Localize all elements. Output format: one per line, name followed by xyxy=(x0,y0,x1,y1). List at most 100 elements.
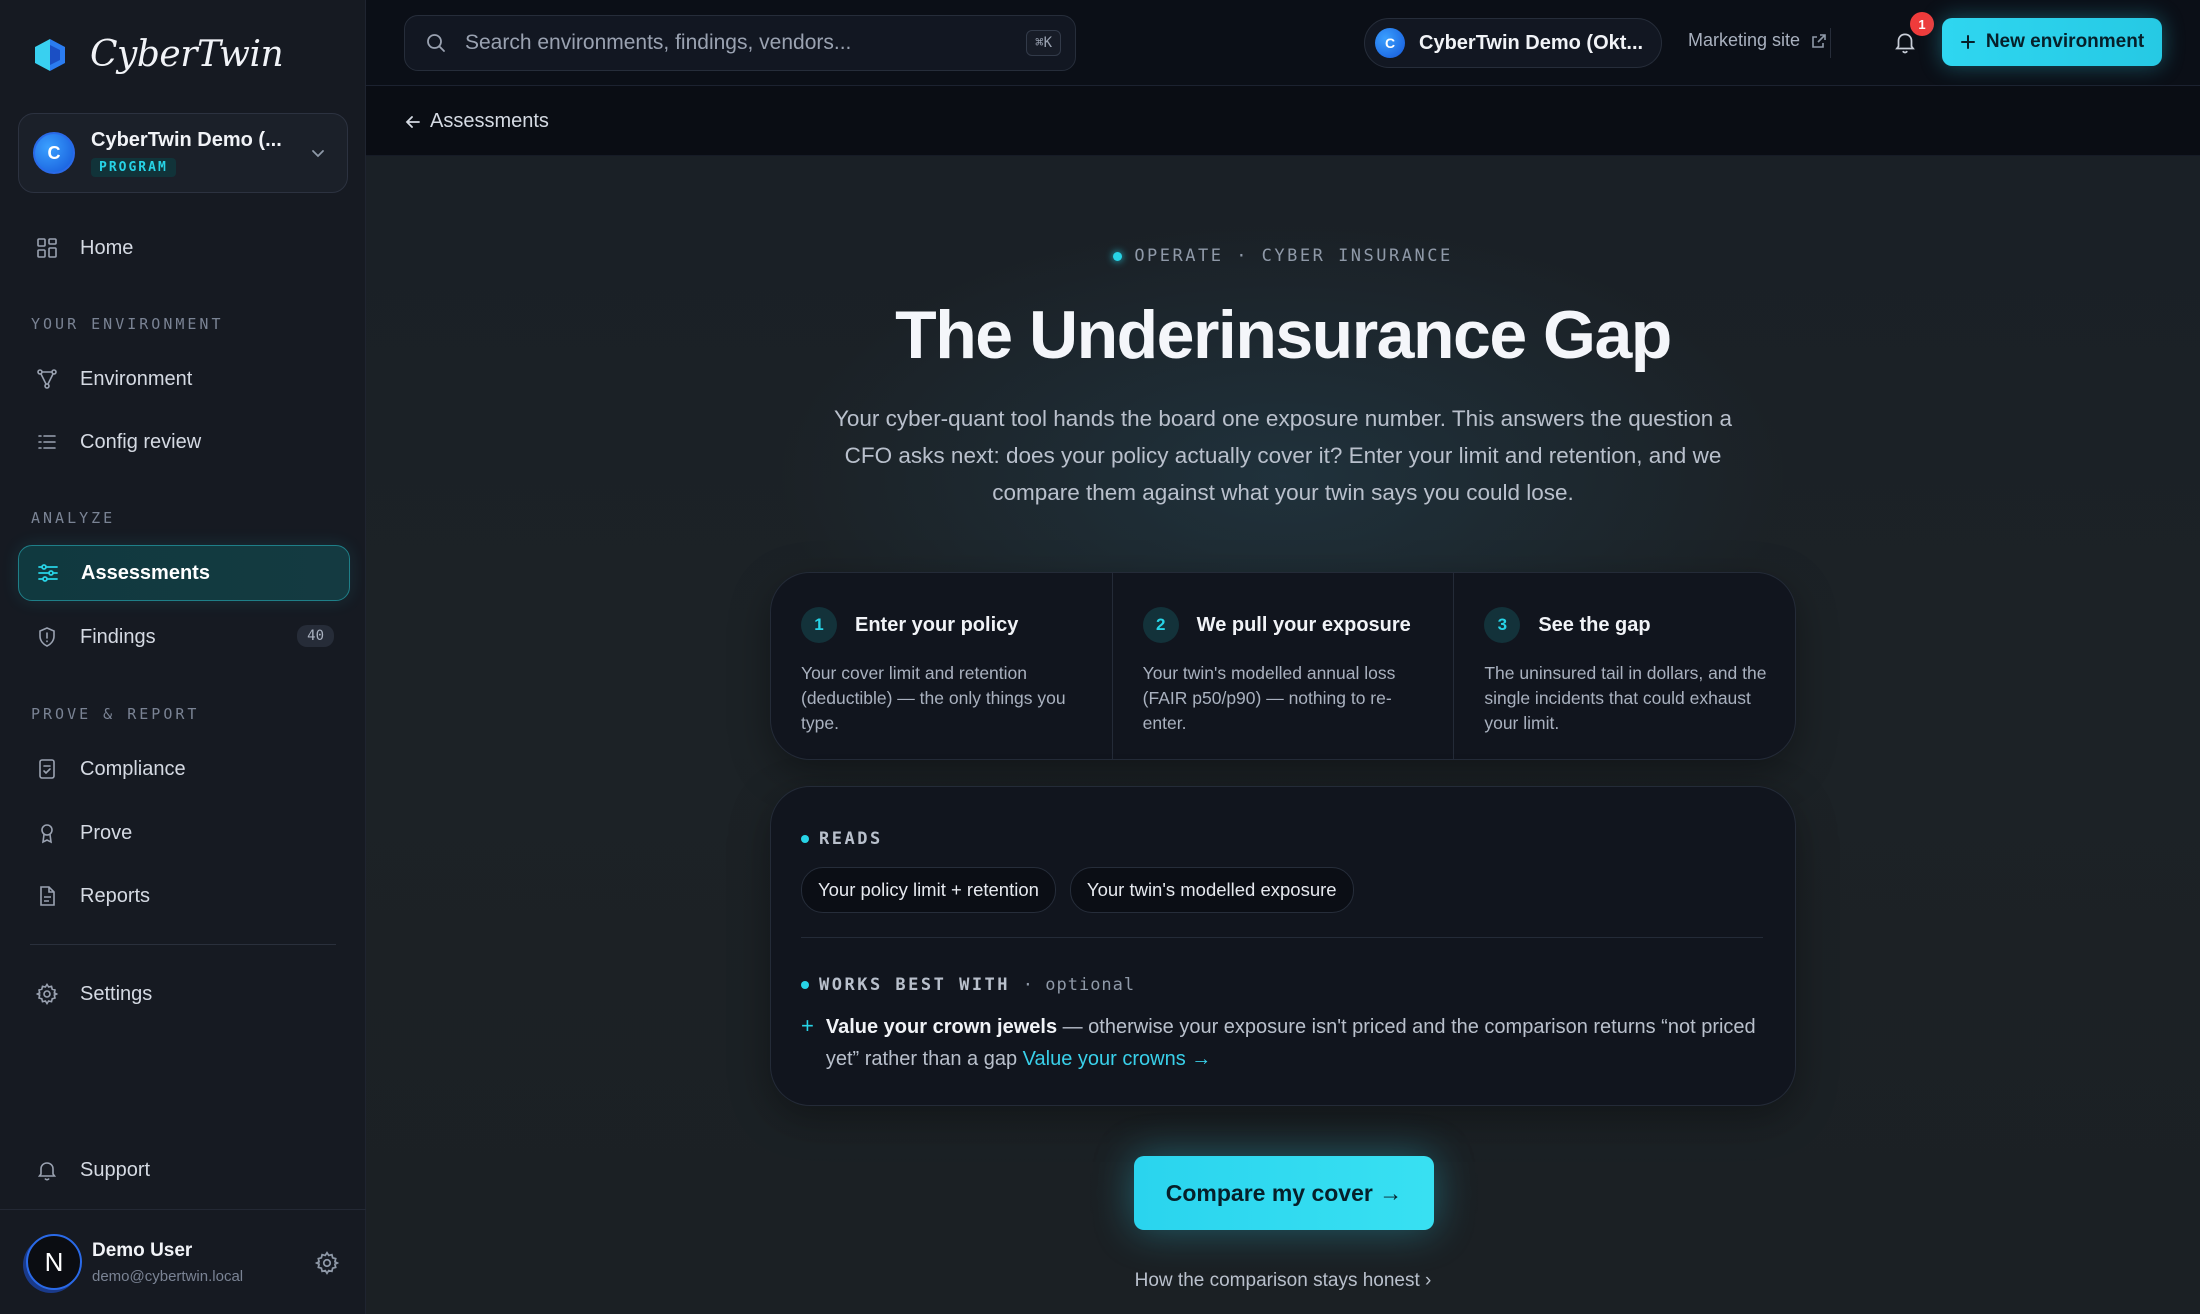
recommendation-title: Value your crown jewels xyxy=(825,1016,1058,1038)
sidebar-item-label: Findings xyxy=(80,625,156,648)
brand-name: CyberTwin xyxy=(90,34,284,75)
sidebar-item-label: Home xyxy=(80,236,134,259)
reads-label-text: READS xyxy=(819,829,883,849)
sidebar-item-label: Reports xyxy=(80,884,151,907)
step-2: 2 We pull your exposure Your twin's mode… xyxy=(1111,573,1454,759)
section-label-prove-report: PROVE & REPORT xyxy=(31,705,200,723)
recommendation-text: Value your crown jewels — otherwise your… xyxy=(826,1011,1761,1075)
step-number: 1 xyxy=(801,607,837,643)
avatar[interactable]: N xyxy=(26,1234,82,1290)
gear-icon xyxy=(35,983,59,1005)
user-email: demo@cybertwin.local xyxy=(92,1268,244,1285)
marketing-site-label: Marketing site xyxy=(1688,30,1801,50)
sidebar-item-label: Config review xyxy=(80,430,202,453)
new-environment-label: New environment xyxy=(1985,31,2145,52)
search-shortcut: ⌘K xyxy=(1026,30,1061,56)
shield-icon xyxy=(39,627,55,647)
works-best-with-text: WORKS BEST WITH xyxy=(819,975,1011,995)
value-crowns-link[interactable]: Value your crowns → xyxy=(1023,1048,1212,1070)
step-title: See the gap xyxy=(1538,613,1651,636)
sidebar-item-label: Prove xyxy=(80,821,133,844)
sidebar: CyberTwin C CyberTwin Demo (... PROGRAM … xyxy=(0,0,366,1314)
section-label-environment: YOUR ENVIRONMENT xyxy=(31,315,224,333)
workspace-name: CyberTwin Demo (... xyxy=(91,129,282,151)
sidebar-item-compliance[interactable]: Compliance xyxy=(18,741,350,797)
sidebar-item-label: Environment xyxy=(80,367,193,390)
topbar-divider xyxy=(1830,28,1831,58)
external-link-icon xyxy=(1812,33,1826,48)
network-icon xyxy=(37,369,57,389)
sidebar-item-reports[interactable]: Reports xyxy=(18,868,350,924)
arrow-left-icon xyxy=(405,115,420,128)
how-comparison-honest-link[interactable]: How the comparison stays honest › xyxy=(366,1270,2200,1292)
page-title: The Underinsurance Gap xyxy=(895,297,1672,373)
sidebar-item-prove[interactable]: Prove xyxy=(18,805,350,861)
back-link-label: Assessments xyxy=(430,110,549,132)
list-icon xyxy=(38,435,56,449)
step-1: 1 Enter your policy Your cover limit and… xyxy=(771,573,1112,759)
workspace-switcher[interactable]: C CyberTwin Demo (... PROGRAM xyxy=(18,113,348,193)
sidebar-item-support[interactable]: Support xyxy=(18,1142,350,1198)
works-best-with-label: WORKS BEST WITH · optional xyxy=(801,975,1135,995)
sidebar-item-environment[interactable]: Environment xyxy=(18,351,350,407)
search-input[interactable] xyxy=(465,31,1027,55)
plus-icon xyxy=(1960,35,1975,49)
sidebar-divider xyxy=(30,944,336,945)
status-dot xyxy=(801,835,809,843)
steps-card: 1 Enter your policy Your cover limit and… xyxy=(770,572,1796,760)
reads-card: READS Your policy limit + retention Your… xyxy=(770,786,1796,1106)
findings-count-badge: 40 xyxy=(297,625,334,647)
sidebar-item-label: Support xyxy=(80,1158,151,1181)
marketing-site-link[interactable]: Marketing site xyxy=(1688,30,1828,51)
reads-label: READS xyxy=(801,829,883,849)
status-dot xyxy=(1113,251,1123,261)
sliders-icon xyxy=(38,564,58,582)
sidebar-item-label: Assessments xyxy=(81,561,210,584)
reads-chips: Your policy limit + retention Your twin'… xyxy=(801,867,1354,913)
compare-my-cover-button[interactable]: Compare my cover → xyxy=(1134,1156,1434,1230)
environment-switcher[interactable]: C CyberTwin Demo (Okt... xyxy=(1364,18,1662,68)
card-divider xyxy=(801,937,1763,938)
award-icon xyxy=(41,824,53,844)
plus-icon: + xyxy=(801,1013,814,1038)
section-label-analyze: ANALYZE xyxy=(31,509,116,527)
page-description: Your cyber-quant tool hands the board on… xyxy=(833,406,1733,505)
sidebar-item-findings[interactable]: Findings 40 xyxy=(18,609,350,665)
step-body: The uninsured tail in dollars, and the s… xyxy=(1484,663,1767,733)
brand[interactable]: CyberTwin xyxy=(32,34,284,75)
new-environment-button[interactable]: New environment xyxy=(1942,18,2162,66)
bell-icon xyxy=(37,1162,57,1181)
environment-name: CyberTwin Demo (Okt... xyxy=(1419,31,1644,54)
step-body: Your twin's modelled annual loss (FAIR p… xyxy=(1142,663,1396,733)
topbar: ⌘K C CyberTwin Demo (Okt... Marketing si… xyxy=(366,0,2200,86)
step-number: 3 xyxy=(1484,607,1521,643)
gear-icon[interactable] xyxy=(314,1250,340,1276)
back-to-assessments-link[interactable]: Assessments xyxy=(404,110,549,133)
sidebar-item-settings[interactable]: Settings xyxy=(18,966,350,1022)
page-eyebrow-text: OPERATE · CYBER INSURANCE xyxy=(1134,246,1453,266)
search-icon xyxy=(427,34,445,52)
main-content: OPERATE · CYBER INSURANCE The Underinsur… xyxy=(366,156,2200,1314)
sidebar-item-config-review[interactable]: Config review xyxy=(18,414,350,470)
step-title: We pull your exposure xyxy=(1196,613,1411,636)
notification-count-badge: 1 xyxy=(1910,12,1934,36)
sidebar-item-home[interactable]: Home xyxy=(18,220,350,276)
sidebar-item-label: Compliance xyxy=(80,757,186,780)
step-3: 3 See the gap The uninsured tail in doll… xyxy=(1453,573,1795,759)
step-body: Your cover limit and retention (deductib… xyxy=(801,663,1066,733)
breadcrumb: Assessments xyxy=(366,86,2200,156)
workspace-badge: PROGRAM xyxy=(91,158,176,177)
clipboard-check-icon xyxy=(39,759,55,779)
search-bar[interactable]: ⌘K xyxy=(404,15,1076,71)
step-title: Enter your policy xyxy=(855,613,1019,636)
sidebar-item-assessments[interactable]: Assessments xyxy=(18,545,350,601)
page-eyebrow: OPERATE · CYBER INSURANCE xyxy=(366,246,2200,266)
workspace-avatar: C xyxy=(33,132,75,174)
sidebar-item-label: Settings xyxy=(80,982,153,1005)
user-name: Demo User xyxy=(92,1240,193,1261)
recommendation: + Value your crown jewels — otherwise yo… xyxy=(801,1011,1761,1075)
chevron-down-icon xyxy=(312,150,324,158)
step-number: 2 xyxy=(1142,607,1179,643)
chip-modelled-exposure: Your twin's modelled exposure xyxy=(1069,867,1354,913)
brand-logo-icon xyxy=(35,38,65,71)
